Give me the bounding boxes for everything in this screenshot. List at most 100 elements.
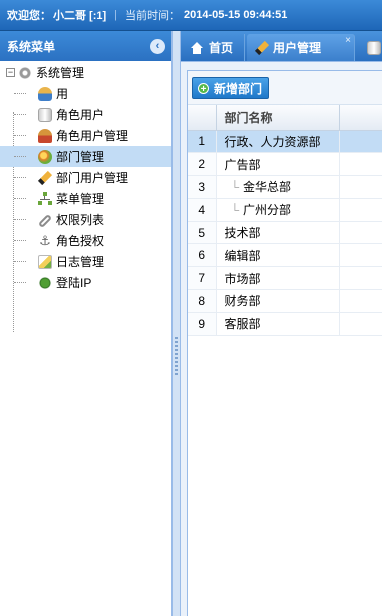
row-number: 1 xyxy=(188,130,217,154)
row-number: 6 xyxy=(188,243,217,268)
sidebar-item[interactable]: 角色用户 xyxy=(0,104,171,125)
table-row[interactable]: 6 编辑部 xyxy=(188,243,382,268)
tab-user-management[interactable]: 用户管理 × xyxy=(247,34,355,61)
empty-cell xyxy=(339,243,382,268)
row-number: 9 xyxy=(188,312,217,336)
department-name: 技术部 xyxy=(224,226,261,241)
pencil-icon xyxy=(37,170,53,185)
sidebar-title: 系统菜单 xyxy=(7,39,56,54)
tree-branch-line xyxy=(14,135,26,136)
sidebar-item[interactable]: 权限列表 xyxy=(0,209,171,230)
sitemap-icon xyxy=(38,191,52,206)
department-name-cell: 技术部 xyxy=(216,221,340,245)
add-department-button[interactable]: + 新增部门 xyxy=(192,77,269,99)
sidebar-item[interactable]: 用 xyxy=(0,83,171,104)
anchor-icon: ⚓ xyxy=(39,232,51,248)
table-row[interactable]: 8 财务部 xyxy=(188,289,382,313)
table-row[interactable]: 7 市场部 xyxy=(188,266,382,291)
tree-branch-line xyxy=(14,156,26,157)
sidebar-item[interactable]: ⚓ 角色授权 xyxy=(0,230,171,251)
row-number-header xyxy=(188,105,217,131)
tree-branch-line xyxy=(14,114,26,115)
table-row[interactable]: 9 客服部 xyxy=(188,312,382,336)
bug-icon xyxy=(38,275,52,290)
column-header-department-name[interactable]: 部门名称 xyxy=(216,105,340,131)
row-number: 8 xyxy=(188,289,217,313)
department-name: 广告部 xyxy=(224,157,261,172)
sidebar-splitter[interactable] xyxy=(172,31,181,616)
empty-cell xyxy=(339,130,382,154)
department-name: 编辑部 xyxy=(224,248,261,263)
department-name-cell: 市场部 xyxy=(216,266,340,291)
close-icon[interactable]: × xyxy=(345,35,351,46)
sidebar-item[interactable]: 日志管理 xyxy=(0,251,171,272)
empty-cell xyxy=(339,266,382,291)
sidebar-item[interactable]: 角色用户管理 xyxy=(0,125,171,146)
row-number: 2 xyxy=(188,152,217,177)
empty-cell xyxy=(339,221,382,245)
gear-icon xyxy=(18,65,32,80)
sidebar-item[interactable]: 登陆IP xyxy=(0,272,171,293)
department-panel: + 新增部门 部门名称 1 行政、人力资源部 2 广告部 3 └ 金华总部 4 └ 广州分部 5 技术… xyxy=(187,70,382,616)
header-divider: | xyxy=(114,9,118,21)
column-header-empty xyxy=(339,105,382,131)
add-icon: + xyxy=(198,82,209,95)
table-row[interactable]: 5 技术部 xyxy=(188,221,382,245)
child-indent-line: └ xyxy=(230,203,240,218)
sidebar-item-label: 角色授权 xyxy=(56,234,105,248)
tab-database[interactable] xyxy=(357,34,382,61)
tree-branch-line xyxy=(14,177,26,178)
add-department-label: 新增部门 xyxy=(214,81,263,96)
tree-branch-line xyxy=(14,261,26,262)
sidebar-item-label: 部门用户管理 xyxy=(56,171,129,185)
department-name: 财务部 xyxy=(224,294,261,309)
tree-branch-line xyxy=(14,93,26,94)
department-name-cell: 广告部 xyxy=(216,152,340,177)
row-number: 5 xyxy=(188,221,217,245)
sidebar-item[interactable]: 部门管理 xyxy=(0,146,171,167)
sidebar-item[interactable]: 部门用户管理 xyxy=(0,167,171,188)
welcome-label: 欢迎您： xyxy=(7,10,51,22)
database-icon xyxy=(367,40,381,55)
user-tab-icon xyxy=(254,40,270,55)
collapse-toggle-icon[interactable]: − xyxy=(6,68,15,77)
row-number: 4 xyxy=(188,198,217,222)
row-number: 7 xyxy=(188,266,217,291)
splitter-grip[interactable] xyxy=(175,337,178,375)
department-name-cell: 行政、人力资源部 xyxy=(216,130,340,154)
grid-toolbar: + 新增部门 xyxy=(188,71,382,105)
grid-header-row: 部门名称 xyxy=(188,105,382,131)
sidebar-item-label: 日志管理 xyxy=(56,255,105,269)
users-icon xyxy=(38,86,52,101)
department-name: 市场部 xyxy=(224,271,261,286)
sidebar-item-label: 角色用户 xyxy=(56,108,105,122)
department-name-cell: └ 广州分部 xyxy=(216,198,340,222)
sidebar-item-label: 用 xyxy=(56,87,69,101)
tree-root-label: 系统管理 xyxy=(36,66,85,80)
table-row[interactable]: 1 行政、人力资源部 xyxy=(188,130,382,154)
content-area: + 新增部门 部门名称 1 行政、人力资源部 2 广告部 3 └ 金华总部 4 └ 广州分部 5 技术… xyxy=(181,61,382,616)
time-label: 当前时间： xyxy=(125,10,181,22)
tab-user-management-label: 用户管理 xyxy=(273,41,322,55)
globe-icon xyxy=(38,149,52,164)
tree-branch-line xyxy=(14,240,26,241)
sidebar-header: 系统菜单 ‹ xyxy=(0,31,171,61)
empty-cell xyxy=(339,198,382,222)
department-name: 金华总部 xyxy=(243,180,292,195)
child-indent-line: └ xyxy=(230,180,240,195)
main-area: 首页 用户管理 × + 新增部门 部门名称 1 行政、人力资源部 2 广告部 3… xyxy=(181,31,382,616)
table-row[interactable]: 4 └ 广州分部 xyxy=(188,198,382,222)
sidebar-item-label: 角色用户管理 xyxy=(56,129,129,143)
tab-home[interactable]: 首页 xyxy=(181,34,245,61)
department-name: 广州分部 xyxy=(243,203,292,218)
table-row[interactable]: 2 广告部 xyxy=(188,152,382,177)
menu-tree: − 系统管理 用角色用户角色用户管理部门管理部门用户管理菜单管理 权限列表 ⚓ 角色授… xyxy=(0,61,171,332)
table-row[interactable]: 3 └ 金华总部 xyxy=(188,175,382,199)
chevron-left-icon[interactable]: ‹ xyxy=(150,39,165,54)
tree-branch-line xyxy=(14,198,26,199)
tree-root-system-management[interactable]: − 系统管理 xyxy=(0,62,171,83)
department-name-cell: 编辑部 xyxy=(216,243,340,268)
department-name: 行政、人力资源部 xyxy=(224,134,321,149)
sidebar-item[interactable]: 菜单管理 xyxy=(0,188,171,209)
department-grid: 部门名称 1 行政、人力资源部 2 广告部 3 └ 金华总部 4 └ 广州分部 5 技术部 6 编辑部 7 市… xyxy=(188,105,382,336)
